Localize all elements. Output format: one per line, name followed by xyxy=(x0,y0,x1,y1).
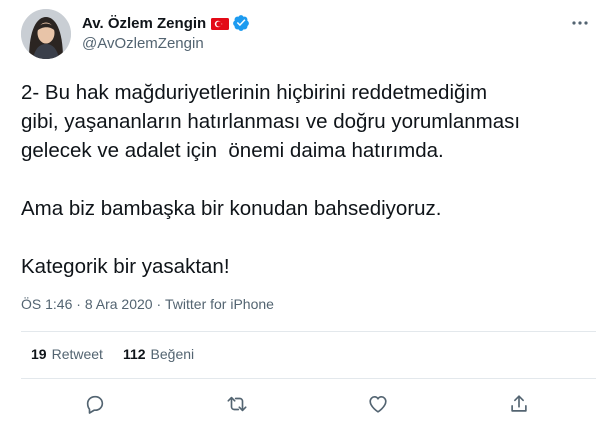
avatar[interactable] xyxy=(21,9,71,59)
retweets-count: 19 xyxy=(31,346,47,362)
divider xyxy=(21,378,596,379)
retweet-icon[interactable] xyxy=(226,393,250,417)
likes-count: 112 xyxy=(122,346,146,362)
verified-badge-icon xyxy=(232,14,250,32)
turkey-flag-icon xyxy=(211,17,230,30)
tweet-card: Av. Özlem Zengin @AvOzlemZengin 2- Bu ha… xyxy=(0,0,616,426)
meta-separator: · xyxy=(72,296,85,312)
divider xyxy=(21,331,596,332)
likes-label: Beğeni xyxy=(150,346,195,362)
retweets-label: Retweet xyxy=(51,346,103,362)
user-handle[interactable]: @AvOzlemZengin xyxy=(82,35,204,52)
tweet-source[interactable]: Twitter for iPhone xyxy=(165,296,274,312)
share-icon[interactable] xyxy=(508,393,532,417)
tweet-actions xyxy=(0,393,616,419)
tweet-date[interactable]: 8 Ara 2020 xyxy=(85,296,153,312)
display-name[interactable]: Av. Özlem Zengin xyxy=(82,15,206,32)
like-icon[interactable] xyxy=(367,393,391,417)
more-options-icon[interactable] xyxy=(570,13,590,33)
likes-stat[interactable]: 112 Beğeni xyxy=(123,346,194,362)
reply-icon[interactable] xyxy=(84,393,108,417)
name-row: Av. Özlem Zengin xyxy=(82,13,250,33)
tweet-text: 2- Bu hak mağduriyetlerinin hiçbirini re… xyxy=(21,81,521,278)
meta-separator: · xyxy=(152,296,166,312)
tweet-time[interactable]: ÖS 1:46 xyxy=(21,296,72,312)
retweets-stat[interactable]: 19 Retweet xyxy=(31,346,103,362)
tweet-stats: 19 Retweet 112 Beğeni xyxy=(31,346,214,362)
tweet-meta: ÖS 1:46 · 8 Ara 2020 · Twitter for iPhon… xyxy=(21,296,274,312)
